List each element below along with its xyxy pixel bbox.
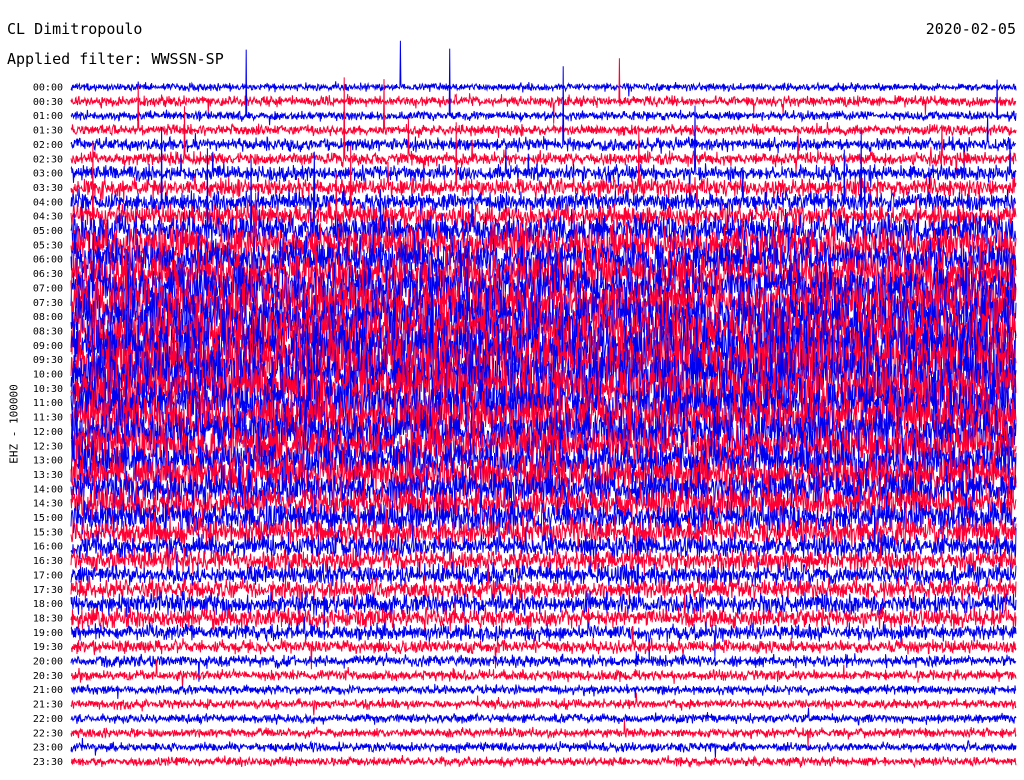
y-tick-label: 12:30 [33,441,63,452]
trace-line [70,755,1017,769]
y-tick-label: 06:30 [33,269,63,280]
y-tick-label: 06:00 [33,255,63,266]
trace-line [70,707,1017,726]
y-tick-label: 22:30 [33,728,63,739]
y-tick-label: 19:30 [33,642,63,653]
trace-group [70,40,1017,769]
y-tick-label: 09:00 [33,341,63,352]
y-tick-label: 07:00 [33,283,63,294]
y-tick-label: 10:30 [33,384,63,395]
y-tick-label: 03:00 [33,169,63,180]
y-tick-label: 10:00 [33,370,63,381]
y-tick-label: 14:00 [33,484,63,495]
y-tick-label: 11:30 [33,413,63,424]
y-tick-label: 13:00 [33,456,63,467]
y-tick-label: 20:30 [33,671,63,682]
y-tick-label: 20:00 [33,657,63,668]
y-tick-label: 07:30 [33,298,63,309]
y-tick-label: 23:00 [33,743,63,754]
y-tick-label: 15:00 [33,513,63,524]
y-tick-label: 22:00 [33,714,63,725]
y-tick-label: 11:00 [33,398,63,409]
y-tick-label: 04:00 [33,197,63,208]
y-tick-label: 05:00 [33,226,63,237]
y-tick-label: 13:30 [33,470,63,481]
y-tick-label: 21:30 [33,700,63,711]
trace-line [70,651,1017,682]
y-tick-label: 08:30 [33,326,63,337]
y-tick-label: 23:30 [33,757,63,768]
y-tick-label: 15:30 [33,527,63,538]
y-tick-label: 09:30 [33,355,63,366]
trace-line [70,737,1017,758]
y-tick-label: 05:30 [33,240,63,251]
y-tick-labels: 00:00 00:30 01:00 01:30 02:00 02:30 03:00 03:30… [33,83,63,768]
trace-line [70,544,1017,591]
trace-line [70,40,1017,97]
y-tick-label: 02:00 [33,140,63,151]
trace-line [70,683,1017,699]
y-tick-label: 04:30 [33,212,63,223]
y-tick-label: 01:30 [33,126,63,137]
y-tick-label: 19:00 [33,628,63,639]
y-tick-label: 17:00 [33,570,63,581]
y-tick-label: 16:30 [33,556,63,567]
helicorder-plot: 00:00 00:30 01:00 01:30 02:00 02:30 03:00 03:30… [33,40,1017,769]
y-tick-label: 02:30 [33,154,63,165]
y-tick-label: 18:00 [33,599,63,610]
y-tick-label: 03:30 [33,183,63,194]
y-tick-label: 21:00 [33,685,63,696]
y-tick-label: 16:00 [33,542,63,553]
y-tick-label: 00:30 [33,97,63,108]
y-tick-label: 12:00 [33,427,63,438]
trace-line [70,692,1017,716]
y-tick-label: 00:00 [33,83,63,94]
y-tick-label: 08:00 [33,312,63,323]
y-tick-label: 17:30 [33,585,63,596]
y-tick-label: 01:00 [33,111,63,122]
y-tick-label: 14:30 [33,499,63,510]
y-tick-label: 18:30 [33,613,63,624]
